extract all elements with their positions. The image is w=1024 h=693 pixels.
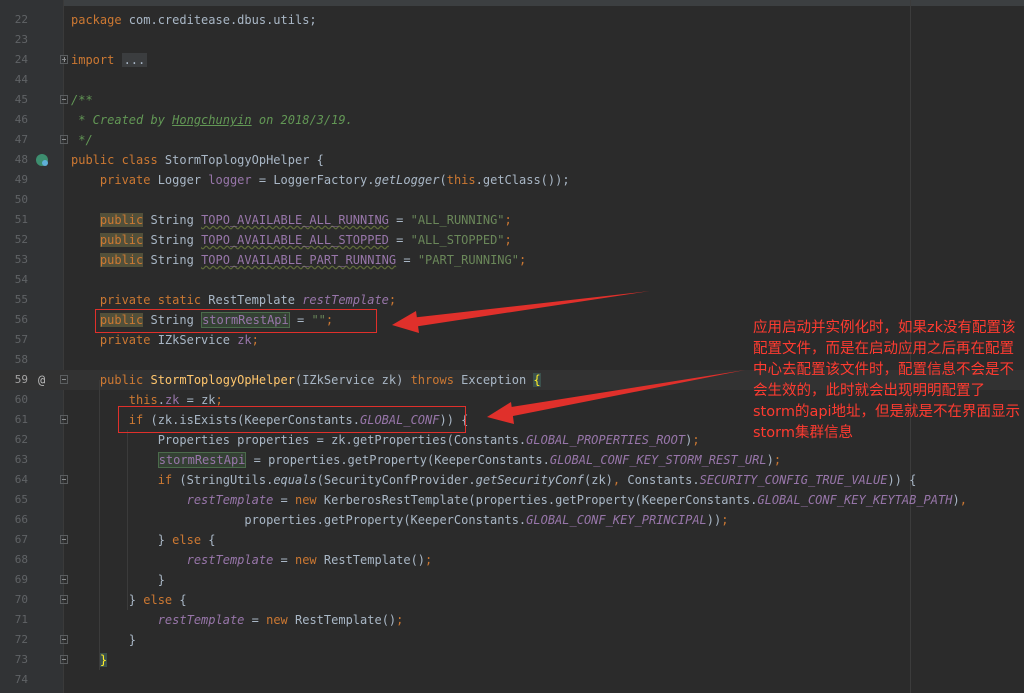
annotation-callout: 应用启动并实例化时，如果zk没有配置该配置文件，而是在启动应用之后再在配置中心去… <box>753 320 1021 441</box>
arrow-head-condition <box>487 402 514 424</box>
arrow-to-field <box>410 291 650 327</box>
arrow-head-field <box>392 311 419 333</box>
arrow-to-condition <box>505 370 745 417</box>
